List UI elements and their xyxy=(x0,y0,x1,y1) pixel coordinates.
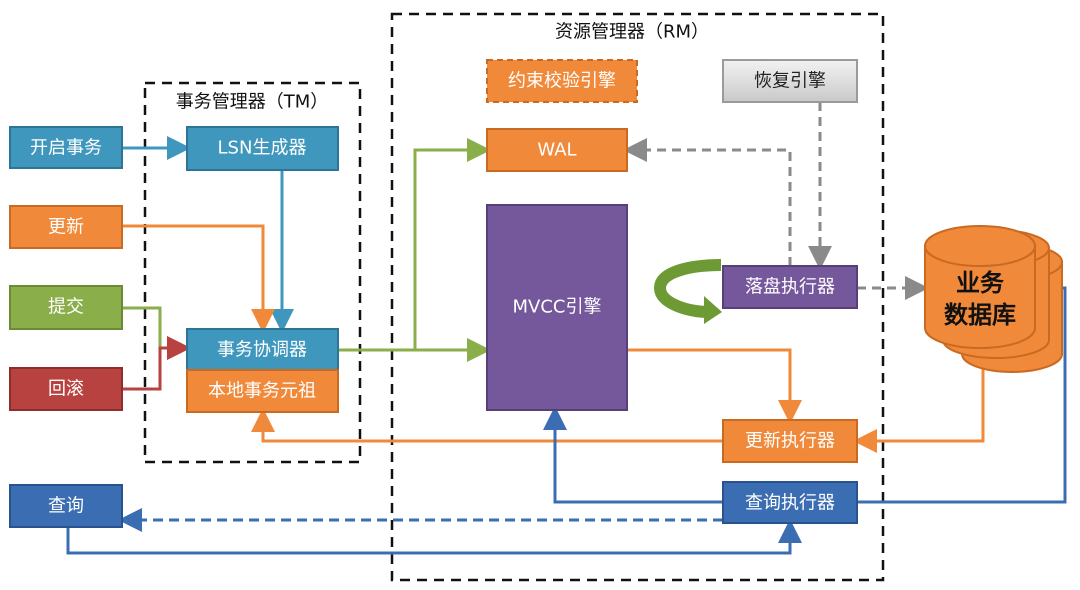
flush-to-wal-arrow xyxy=(623,138,792,266)
query-to-query-exec-arrow xyxy=(66,519,802,555)
rm-title: 资源管理器（RM） xyxy=(555,22,709,43)
svg-text:LSN生成器: LSN生成器 xyxy=(218,138,307,159)
mvcc-engine-box: MVCC引擎 xyxy=(486,204,628,411)
coordinator-box: 事务协调器 xyxy=(186,328,339,371)
query-executor-box: 查询执行器 xyxy=(722,481,858,524)
constraint-engine-box: 约束校验引擎 xyxy=(486,59,638,103)
update-box: 更新 xyxy=(9,205,123,249)
svg-text:开启事务: 开启事务 xyxy=(30,138,102,159)
commit-to-coordinator-arrow xyxy=(122,306,191,360)
architecture-diagram: 事务管理器（TM） 资源管理器（RM） 开启事务 更新 提交 回滚 查询 LSN… xyxy=(9,12,1067,582)
svg-text:本地事务元祖: 本地事务元祖 xyxy=(208,381,316,402)
business-database-icon xyxy=(924,225,1063,373)
tm-title: 事务管理器（TM） xyxy=(176,92,329,113)
loop-arrow-icon xyxy=(653,259,722,324)
svg-text:更新: 更新 xyxy=(48,217,84,238)
query-exec-to-mvcc-arrow xyxy=(543,406,723,504)
update-exec-to-local-tuple-arrow xyxy=(251,408,723,443)
commit-box: 提交 xyxy=(9,285,123,330)
wal-box: WAL xyxy=(486,128,628,172)
svg-text:约束校验引擎: 约束校验引擎 xyxy=(508,71,616,92)
svg-text:查询: 查询 xyxy=(48,496,84,517)
database-label-line2: 数据库 xyxy=(944,301,1016,329)
begin-transaction-box: 开启事务 xyxy=(9,126,123,169)
svg-text:回滚: 回滚 xyxy=(48,379,84,400)
svg-text:查询执行器: 查询执行器 xyxy=(745,493,835,514)
svg-text:更新执行器: 更新执行器 xyxy=(745,431,835,452)
flush-executor-box: 落盘执行器 xyxy=(722,265,858,309)
mvcc-to-update-exec-arrow xyxy=(627,348,802,424)
update-executor-box: 更新执行器 xyxy=(722,419,858,463)
svg-text:WAL: WAL xyxy=(537,140,576,161)
update-to-coordinator-arrow xyxy=(122,224,275,333)
query-box: 查询 xyxy=(9,484,123,528)
svg-text:提交: 提交 xyxy=(48,297,84,318)
svg-text:落盘执行器: 落盘执行器 xyxy=(745,277,835,298)
rollback-to-coordinator-arrow xyxy=(122,336,191,391)
recovery-engine-box: 恢复引擎 xyxy=(722,59,858,103)
svg-text:事务协调器: 事务协调器 xyxy=(217,340,307,361)
svg-text:恢复引擎: 恢复引擎 xyxy=(754,71,826,92)
rollback-box: 回滚 xyxy=(9,367,123,411)
local-tuple-box: 本地事务元祖 xyxy=(186,369,339,413)
database-label-line1: 业务 xyxy=(956,269,1005,297)
lsn-generator-box: LSN生成器 xyxy=(186,126,339,171)
db-to-update-exec-arrow xyxy=(853,352,985,453)
svg-text:MVCC引擎: MVCC引擎 xyxy=(513,297,602,318)
